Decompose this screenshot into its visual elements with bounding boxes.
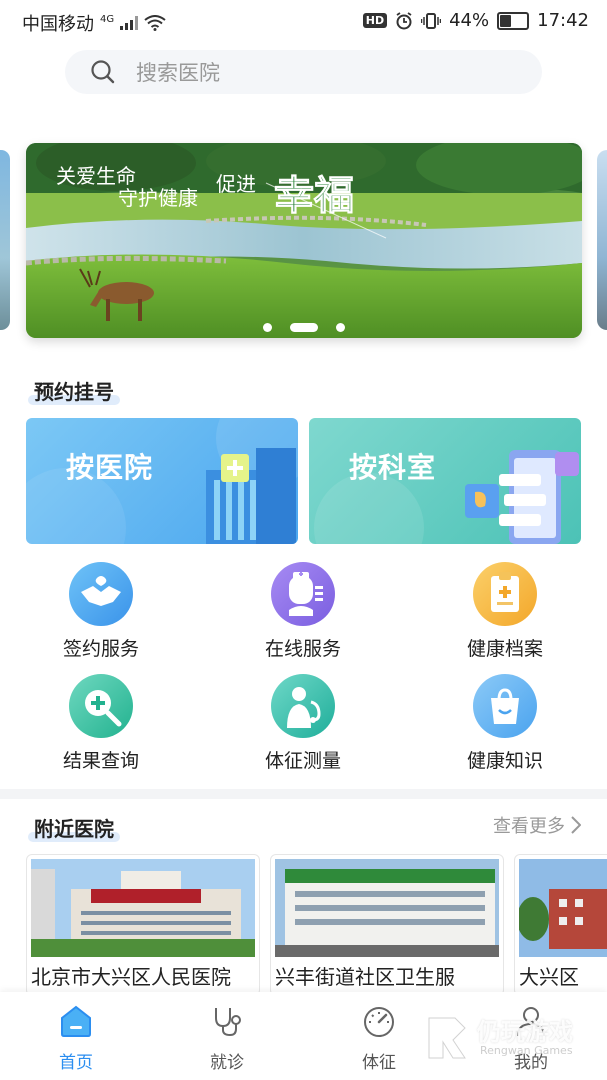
view-more-label: 查看更多	[493, 816, 565, 837]
service-health-record[interactable]: 健康档案	[435, 562, 575, 661]
service-vital-signs[interactable]: 体征测量	[233, 674, 373, 773]
search-bar[interactable]: 搜索医院	[65, 50, 542, 94]
service-label: 健康档案	[466, 638, 543, 660]
banner-text-line1: 关爱生命	[56, 165, 136, 188]
tab-home[interactable]: 首页	[26, 992, 126, 1080]
handshake-icon	[69, 562, 133, 626]
tab-label: 首页	[59, 1053, 93, 1073]
section-divider	[0, 789, 607, 799]
banner-text-line2: 守护健康	[118, 187, 198, 210]
tab-vitals[interactable]: 体征	[329, 992, 429, 1080]
banner-prev-peek[interactable]	[0, 150, 10, 330]
banner-image: 关爱生命 守护健康 促进 幸福	[26, 143, 582, 338]
watermark: 仍玩游戏 Rengwan Games	[425, 1010, 600, 1070]
bag-icon	[473, 674, 537, 738]
by-department-card[interactable]: 按科室	[309, 418, 581, 544]
service-label: 健康知识	[466, 750, 543, 772]
tab-visit[interactable]: 就诊	[177, 992, 277, 1080]
carousel-dot-active[interactable]	[290, 323, 318, 332]
by-hospital-label: 按医院	[66, 451, 154, 484]
service-online[interactable]: 在线服务	[233, 562, 373, 661]
battery-icon	[497, 11, 530, 30]
service-label: 签约服务	[62, 638, 139, 660]
banner-text-promote: 促进	[216, 173, 256, 196]
wifi-icon	[144, 15, 166, 31]
nearby-section-title: 附近医院	[28, 813, 120, 842]
service-result-query[interactable]: 结果查询	[31, 674, 171, 773]
stethoscope-icon	[215, 1008, 241, 1037]
hospital-name: 北京市大兴区人民医院	[31, 965, 231, 989]
carousel-dots[interactable]	[26, 323, 582, 332]
view-more-link[interactable]: 查看更多	[493, 812, 581, 838]
clipboard-icon	[473, 562, 537, 626]
signal-icon	[120, 16, 139, 30]
battery-percent: 44%	[449, 10, 490, 31]
vibrate-icon	[421, 12, 442, 29]
hospital-name: 大兴区	[519, 965, 579, 989]
service-label: 体征测量	[264, 750, 341, 772]
tab-label: 就诊	[210, 1053, 244, 1073]
hospital-card[interactable]: 北京市大兴区人民医院	[26, 854, 260, 996]
chevron-right-icon	[571, 816, 581, 834]
search-icon	[91, 60, 115, 84]
service-label: 结果查询	[62, 750, 139, 772]
banner-next-peek[interactable]	[597, 150, 607, 330]
carousel-dot[interactable]	[336, 323, 345, 332]
service-contract[interactable]: 签约服务	[31, 562, 171, 661]
hospital-image	[519, 859, 607, 957]
carousel-dot[interactable]	[263, 323, 272, 332]
hospital-image	[31, 859, 255, 957]
banner-text-happiness: 幸福	[274, 173, 354, 218]
search-placeholder: 搜索医院	[136, 61, 220, 85]
hospital-card[interactable]: 兴丰街道社区卫生服	[270, 854, 504, 996]
appointment-section-title: 预约挂号	[28, 376, 120, 405]
service-health-knowledge[interactable]: 健康知识	[435, 674, 575, 773]
hospital-image	[275, 859, 499, 957]
watermark-text: 仍玩游戏	[477, 1018, 573, 1046]
tab-label: 体征	[362, 1053, 396, 1073]
watermark-logo	[428, 1017, 466, 1059]
home-icon	[61, 1005, 91, 1037]
gauge-icon	[364, 1007, 394, 1037]
service-label: 在线服务	[264, 638, 341, 660]
network-type: 4G	[100, 13, 115, 25]
banner-carousel[interactable]: 关爱生命 守护健康 促进 幸福	[26, 143, 582, 338]
carrier-name: 中国移动	[22, 14, 94, 35]
hospital-card[interactable]: 大兴区	[514, 854, 607, 996]
hd-badge: HD	[362, 13, 388, 28]
alarm-icon	[396, 11, 412, 29]
doctor-icon	[271, 562, 335, 626]
stethoscope-person-icon	[271, 674, 335, 738]
by-department-label: 按科室	[349, 451, 437, 484]
by-hospital-card[interactable]: 按医院	[26, 418, 298, 544]
hospital-name: 兴丰街道社区卫生服	[275, 965, 455, 989]
search-plus-icon	[69, 674, 133, 738]
status-bar: 中国移动 4G HD 44% 17:42	[0, 0, 607, 42]
clock: 17:42	[537, 10, 589, 31]
watermark-sub: Rengwan Games	[480, 1044, 573, 1057]
